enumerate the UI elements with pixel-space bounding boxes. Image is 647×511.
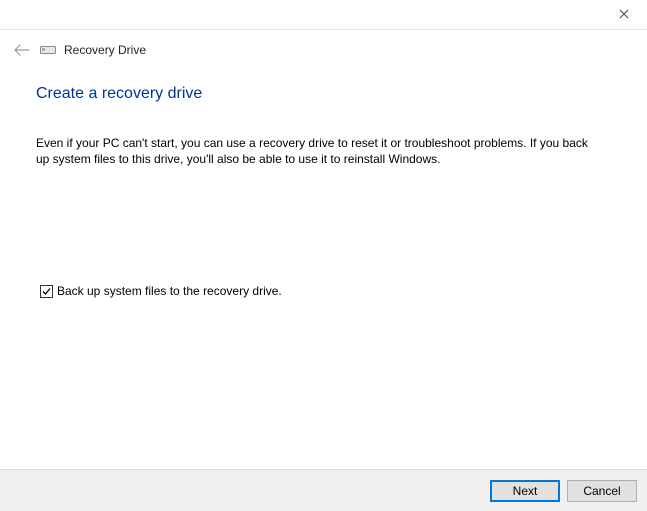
- drive-icon: [40, 44, 56, 56]
- window-title: Recovery Drive: [64, 43, 146, 57]
- content-area: Create a recovery drive Even if your PC …: [36, 85, 611, 167]
- footer: Next Cancel: [0, 469, 647, 511]
- backup-checkbox-label: Back up system files to the recovery dri…: [57, 284, 282, 298]
- page-heading: Create a recovery drive: [36, 85, 611, 103]
- page-body-text: Even if your PC can't start, you can use…: [36, 135, 596, 167]
- cancel-button[interactable]: Cancel: [567, 480, 637, 502]
- backup-checkbox-row[interactable]: Back up system files to the recovery dri…: [40, 284, 282, 298]
- close-button[interactable]: [609, 4, 639, 26]
- header-row: Recovery Drive: [12, 40, 635, 60]
- back-arrow-icon: [14, 44, 30, 56]
- backup-checkbox[interactable]: [40, 285, 53, 298]
- back-button[interactable]: [12, 40, 32, 60]
- close-icon: [619, 7, 629, 22]
- next-button[interactable]: Next: [490, 480, 560, 502]
- titlebar: [0, 0, 647, 30]
- checkmark-icon: [41, 286, 52, 297]
